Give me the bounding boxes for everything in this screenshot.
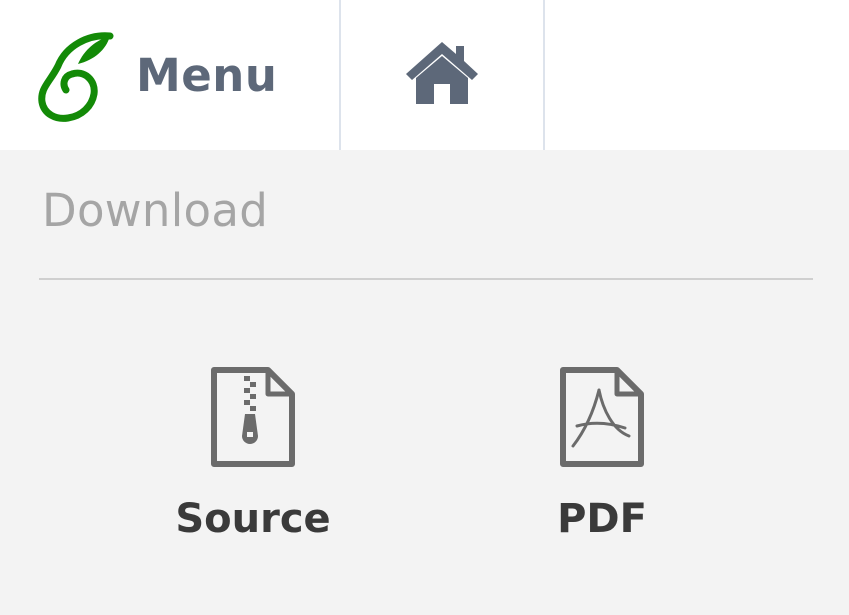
download-pdf-button[interactable]: PDF	[512, 366, 692, 556]
menu-label: Menu	[136, 48, 278, 102]
overleaf-logo-icon	[38, 32, 114, 122]
download-section-title: Download	[42, 184, 269, 237]
menu-button[interactable]: Menu	[0, 0, 341, 150]
pdf-file-icon	[560, 367, 644, 467]
download-source-button[interactable]: Source	[163, 366, 343, 556]
home-icon	[406, 42, 478, 104]
section-divider	[39, 278, 813, 280]
source-label: Source	[175, 496, 331, 542]
toolbar: Menu	[0, 0, 849, 150]
pdf-label: PDF	[557, 496, 647, 542]
home-button[interactable]	[341, 0, 545, 150]
download-panel: Download Source PDF	[0, 150, 849, 615]
zip-file-icon	[211, 367, 295, 467]
